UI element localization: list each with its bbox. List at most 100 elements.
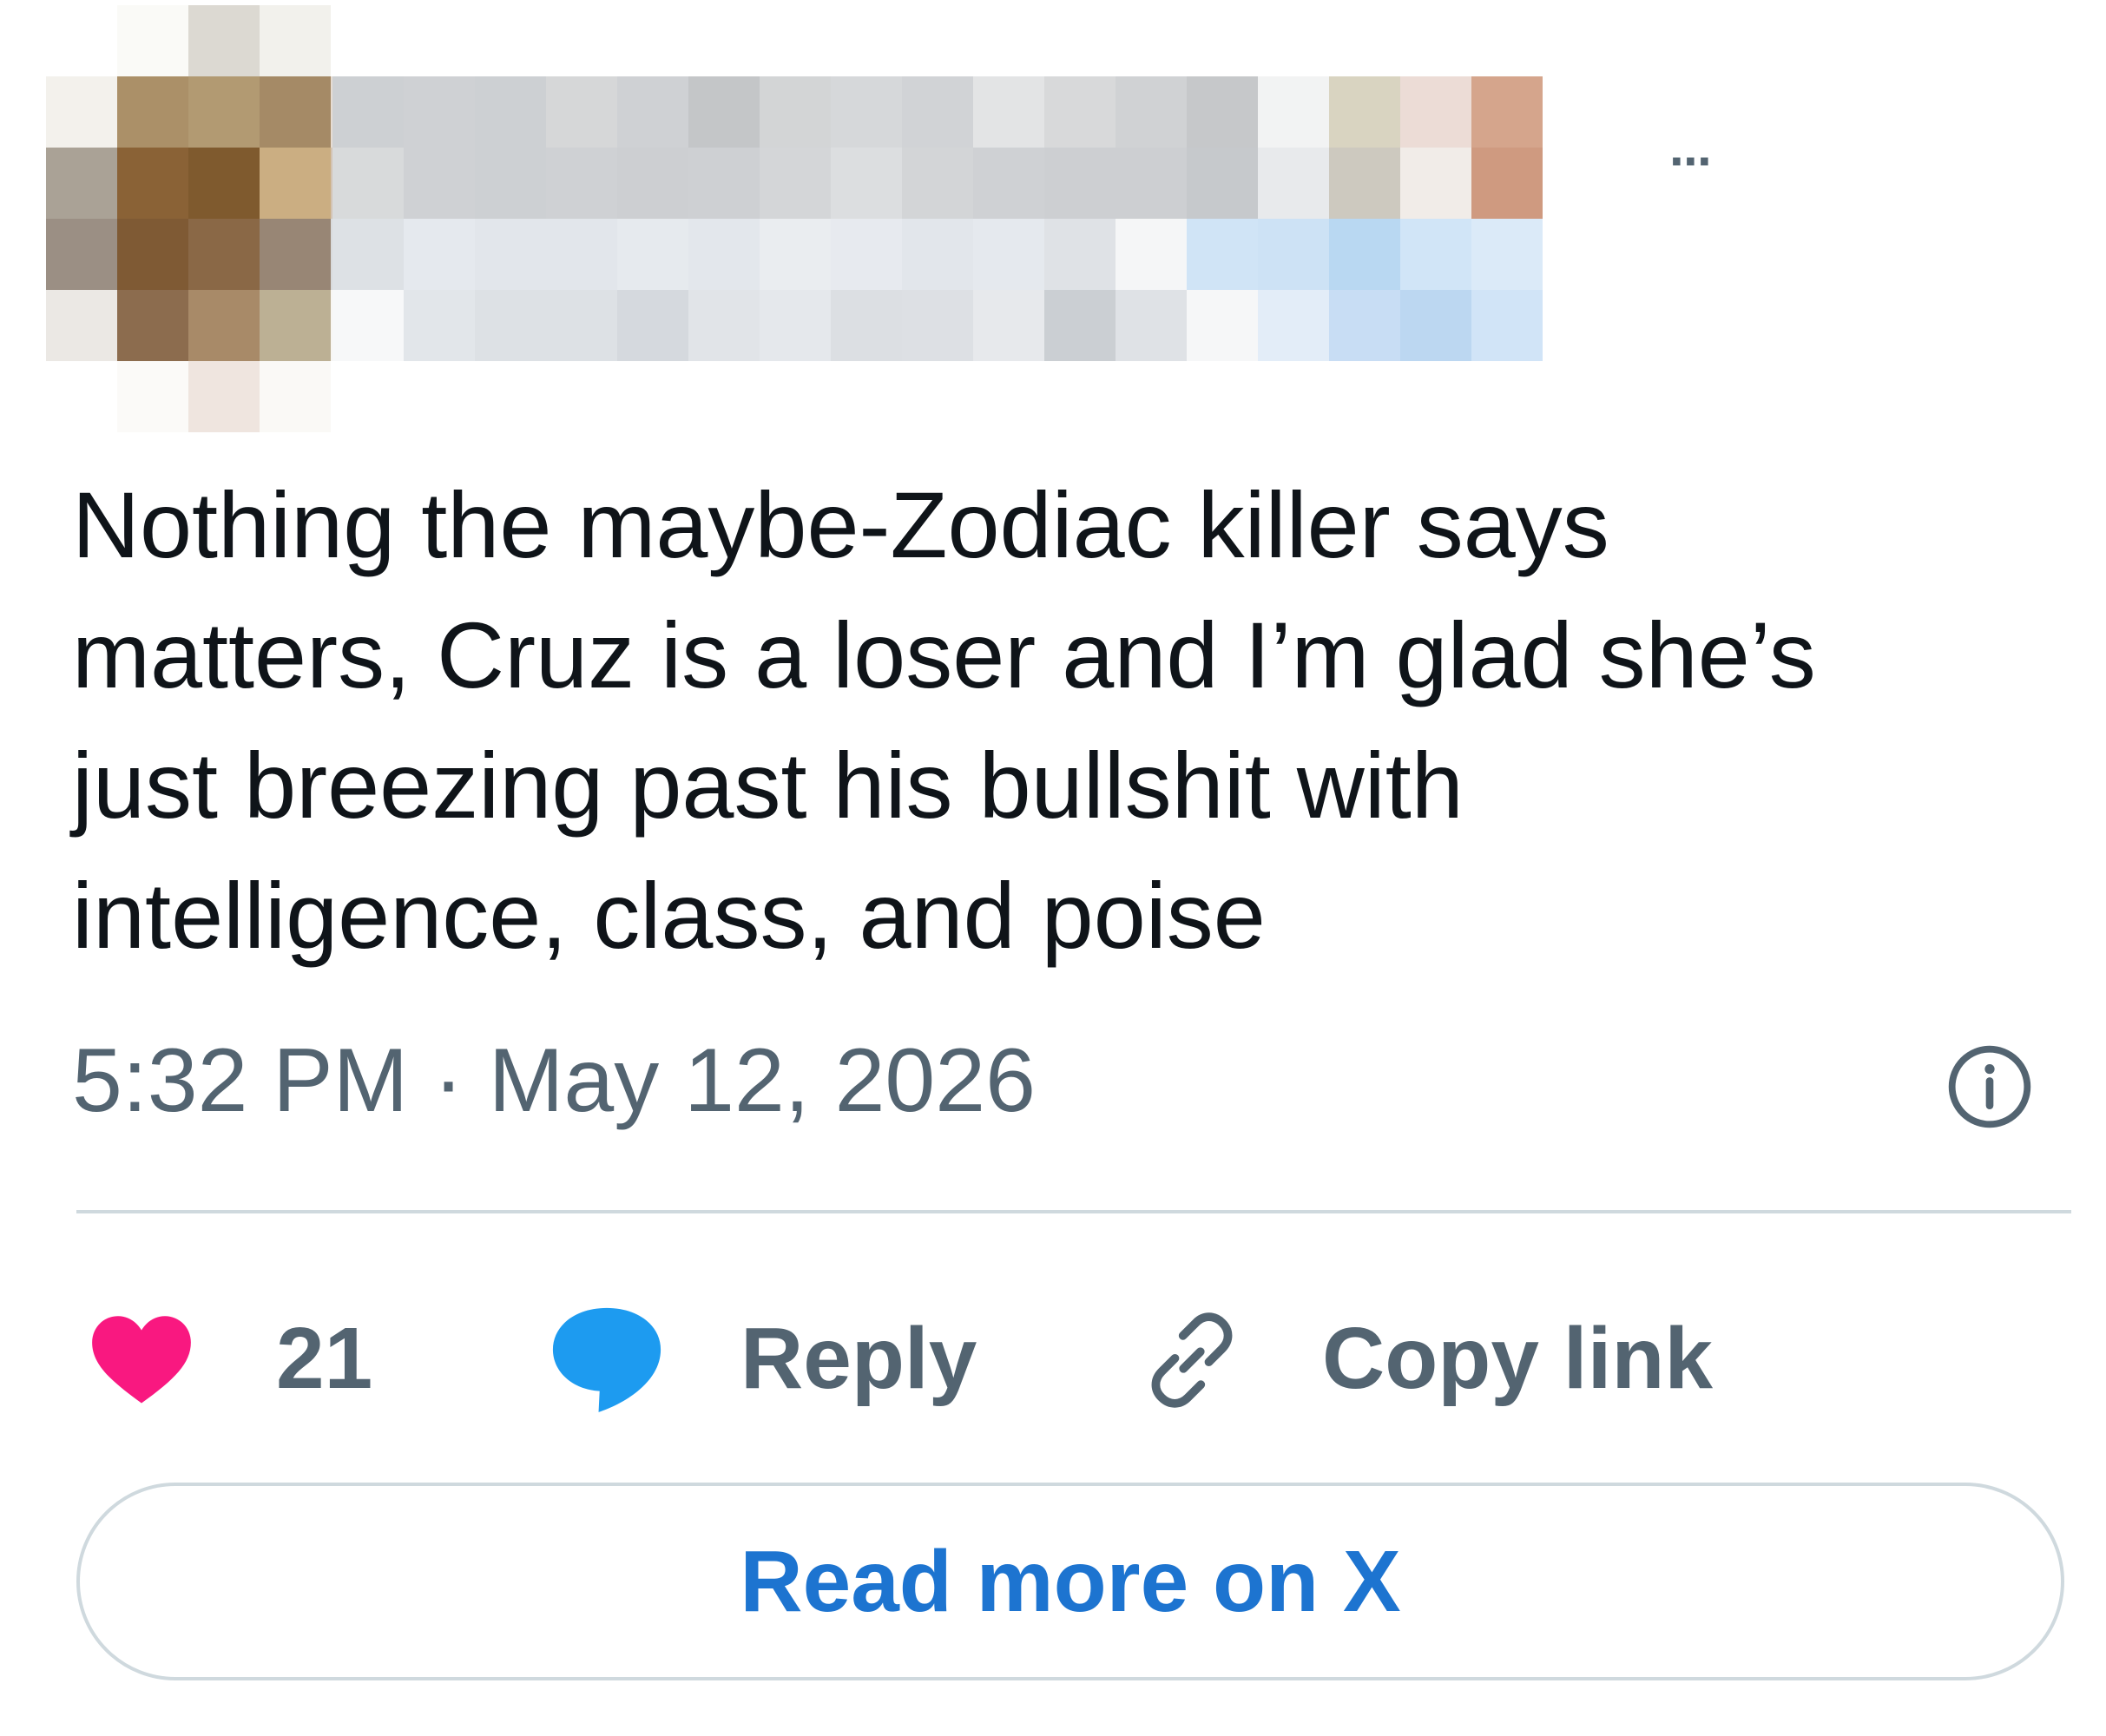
name-pixel: [332, 290, 404, 361]
name-pixel: [688, 219, 760, 290]
name-pixel: [617, 219, 688, 290]
name-pixel: [1329, 76, 1400, 148]
name-pixel: [546, 290, 617, 361]
tweet-text: Nothing the maybe-Zodiac killer says mat…: [72, 472, 1816, 968]
name-pixel: [1329, 148, 1400, 219]
name-pixel: [404, 290, 475, 361]
name-pixel: [973, 76, 1044, 148]
avatar-pixel: [188, 361, 260, 432]
name-pixel: [332, 148, 404, 219]
name-pixel: [617, 290, 688, 361]
name-pixel: [475, 76, 546, 148]
avatar-pixel: [260, 290, 331, 361]
info-icon[interactable]: [1945, 1042, 2035, 1132]
name-pixel: [1258, 76, 1329, 148]
avatar[interactable]: [46, 5, 402, 432]
name-pixel: [831, 290, 902, 361]
name-pixel: [1400, 290, 1471, 361]
name-pixel: [1044, 76, 1116, 148]
avatar-pixel: [188, 219, 260, 290]
name-pixel: [475, 290, 546, 361]
name-pixel: [1471, 76, 1543, 148]
name-pixel: [332, 219, 404, 290]
avatar-pixel: [46, 219, 117, 290]
name-pixel: [1187, 219, 1258, 290]
name-pixel: [688, 290, 760, 361]
more-options-button[interactable]: ···: [1669, 135, 1765, 187]
avatar-pixel: [260, 219, 331, 290]
reply-button[interactable]: Reply: [545, 1293, 1101, 1424]
avatar-pixel: [117, 361, 188, 432]
name-pixel: [1400, 148, 1471, 219]
copy-link-label: Copy link: [1322, 1310, 1714, 1407]
name-pixel: [760, 148, 831, 219]
name-pixel: [1116, 290, 1187, 361]
name-pixel: [1044, 148, 1116, 219]
name-pixel: [760, 76, 831, 148]
name-pixel: [404, 148, 475, 219]
ellipsis-icon: ···: [1669, 132, 1714, 190]
tweet-timestamp[interactable]: 5:32 PM · May 12, 2026: [72, 1024, 1036, 1137]
name-pixel: [1400, 76, 1471, 148]
avatar-pixel: [117, 148, 188, 219]
speech-bubble-icon: [552, 1307, 661, 1412]
name-pixel: [475, 219, 546, 290]
name-pixel: [831, 219, 902, 290]
author-name-redacted[interactable]: [332, 76, 1643, 363]
link-icon: [1151, 1312, 1233, 1408]
name-pixel: [1258, 219, 1329, 290]
name-pixel: [688, 148, 760, 219]
name-pixel: [546, 219, 617, 290]
name-pixel: [902, 76, 973, 148]
name-pixel: [831, 76, 902, 148]
name-pixel: [1471, 148, 1543, 219]
copy-link-button[interactable]: Copy link: [1135, 1293, 1830, 1424]
name-pixel: [475, 148, 546, 219]
avatar-pixel: [46, 290, 117, 361]
like-count: 21: [276, 1310, 373, 1407]
name-pixel: [1116, 219, 1187, 290]
avatar-pixel: [46, 76, 117, 148]
avatar-pixel: [260, 76, 331, 148]
avatar-pixel: [260, 361, 331, 432]
name-pixel: [1329, 219, 1400, 290]
name-pixel: [902, 219, 973, 290]
avatar-pixel: [117, 219, 188, 290]
name-pixel: [1116, 148, 1187, 219]
embedded-tweet-card: ··· Nothing the maybe-Zodiac killer says…: [0, 0, 2106, 1736]
name-pixel: [1187, 76, 1258, 148]
name-pixel: [1116, 76, 1187, 148]
name-pixel: [688, 76, 760, 148]
tweet-actions: 21 Reply Copy link: [85, 1293, 1995, 1424]
avatar-pixel: [188, 5, 260, 76]
avatar-pixel: [188, 76, 260, 148]
name-pixel: [1400, 219, 1471, 290]
avatar-pixel: [117, 290, 188, 361]
name-pixel: [902, 290, 973, 361]
name-pixel: [617, 148, 688, 219]
name-pixel: [546, 148, 617, 219]
name-pixel: [404, 76, 475, 148]
avatar-pixel: [188, 290, 260, 361]
divider: [76, 1210, 2071, 1213]
name-pixel: [973, 290, 1044, 361]
avatar-pixel: [46, 148, 117, 219]
avatar-pixel: [260, 148, 331, 219]
name-pixel: [973, 148, 1044, 219]
read-more-button[interactable]: Read more on X: [76, 1483, 2064, 1680]
avatar-pixel: [117, 76, 188, 148]
name-pixel: [1187, 290, 1258, 361]
name-pixel: [760, 219, 831, 290]
name-pixel: [404, 219, 475, 290]
heart-icon: [92, 1316, 191, 1404]
reply-label: Reply: [740, 1310, 977, 1407]
avatar-pixel: [260, 5, 331, 76]
name-pixel: [760, 290, 831, 361]
name-pixel: [1258, 290, 1329, 361]
tweet-header: ···: [46, 5, 1714, 432]
like-button[interactable]: 21: [85, 1293, 372, 1424]
name-pixel: [1044, 290, 1116, 361]
avatar-pixel: [188, 148, 260, 219]
read-more-label: Read more on X: [740, 1533, 1401, 1630]
name-pixel: [973, 219, 1044, 290]
